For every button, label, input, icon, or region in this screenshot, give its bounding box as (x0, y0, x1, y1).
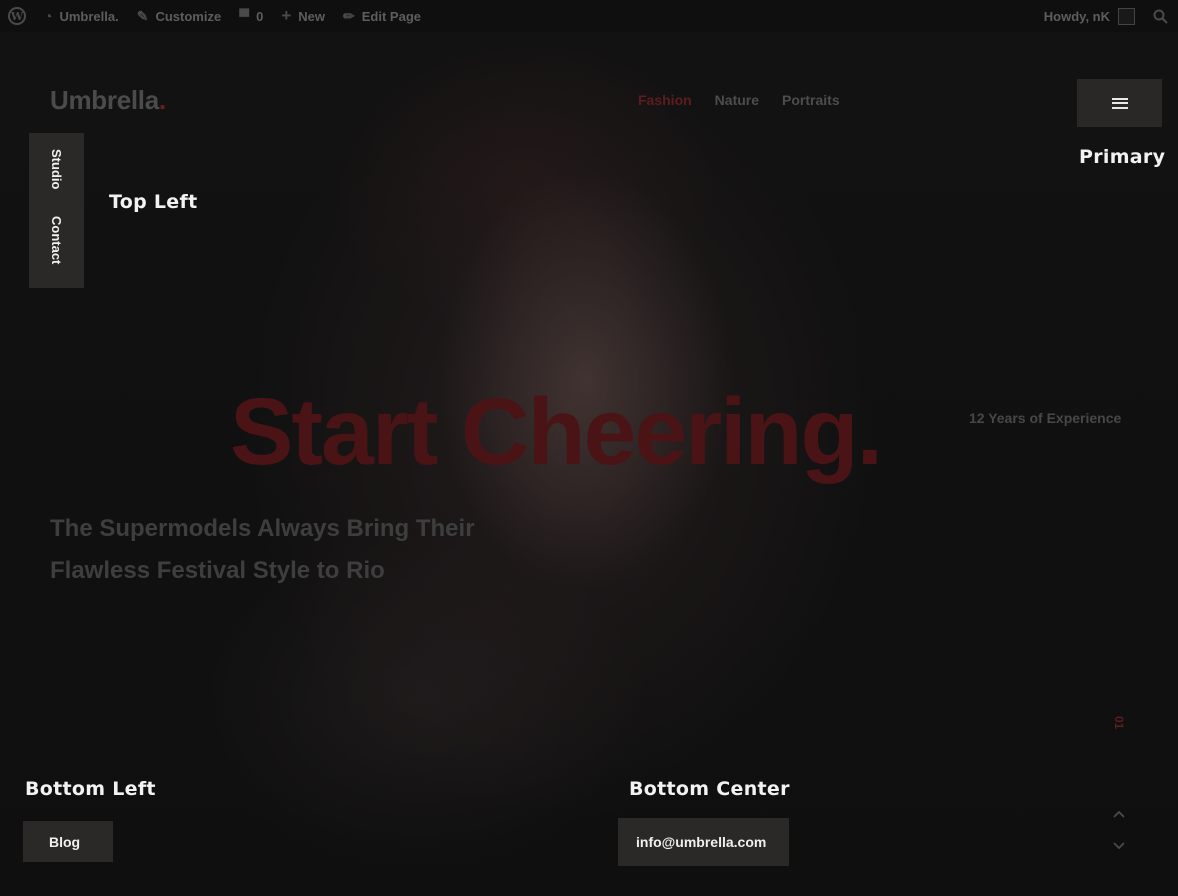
wordpress-menu[interactable]: W (0, 0, 35, 32)
hero-subheading: The Supermodels Always Bring Their Flawl… (50, 515, 475, 584)
search-icon (1153, 9, 1168, 24)
email-label: info@umbrella.com (636, 834, 767, 850)
comment-icon: ▀ (239, 8, 250, 24)
logo-dot: . (158, 85, 166, 115)
side-menu: Studio Contact (29, 133, 84, 288)
primary-nav: Fashion Nature Portraits (638, 92, 840, 108)
edit-page-link[interactable]: ✏ Edit Page (334, 0, 430, 32)
hamburger-icon (1111, 97, 1128, 109)
chevron-up-icon[interactable] (1112, 808, 1126, 822)
brush-icon: ✎ (136, 7, 149, 24)
nav-item-nature[interactable]: Nature (715, 92, 759, 108)
widget-bottom-left-label: Bottom Left (25, 778, 156, 800)
new-label: New (298, 8, 326, 24)
plus-icon: + (281, 6, 292, 25)
admin-search[interactable] (1144, 0, 1178, 32)
menu-toggle-button[interactable] (1077, 79, 1162, 127)
howdy-text: Howdy, nK (1043, 8, 1110, 24)
site-name-link[interactable]: ◔ Umbrella. (35, 0, 128, 32)
slide-number: 01 (1112, 716, 1126, 730)
pencil-icon: ✏ (343, 7, 355, 24)
dashboard-icon: ◔ (44, 8, 53, 24)
chevron-down-icon[interactable] (1112, 838, 1126, 852)
customize-link[interactable]: ✎ Customize (128, 0, 230, 32)
avatar (1118, 7, 1135, 25)
nav-item-portraits[interactable]: Portraits (782, 92, 840, 108)
widget-primary-label: Primary (1079, 146, 1166, 168)
account-menu[interactable]: Howdy, nK (1035, 0, 1144, 32)
site-name: Umbrella. (59, 8, 119, 24)
blog-label: Blog (49, 833, 81, 850)
blog-button[interactable]: Blog (23, 821, 113, 862)
customize-label: Customize (155, 8, 222, 24)
widget-bottom-center-label: Bottom Center (629, 778, 790, 800)
comments-count: 0 (256, 8, 264, 24)
admin-bar: W ◔ Umbrella. ✎ Customize ▀ 0 + New ✏ Ed… (0, 0, 1178, 32)
side-item-contact[interactable]: Contact (49, 216, 64, 264)
nav-item-fashion[interactable]: Fashion (638, 92, 692, 108)
hero-headline: Start Cheering. (230, 379, 883, 485)
email-link[interactable]: info@umbrella.com (618, 818, 789, 866)
wordpress-icon: W (8, 7, 26, 25)
experience-text: 12 Years of Experience (969, 410, 1122, 426)
comments-link[interactable]: ▀ 0 (230, 0, 272, 32)
widget-top-left-label: Top Left (109, 191, 198, 213)
logo-text: Umbrella (50, 85, 159, 115)
side-item-studio[interactable]: Studio (49, 149, 64, 189)
site-logo[interactable]: Umbrella. (50, 85, 166, 116)
edit-page-label: Edit Page (361, 8, 421, 24)
new-content-link[interactable]: + New (272, 0, 334, 32)
